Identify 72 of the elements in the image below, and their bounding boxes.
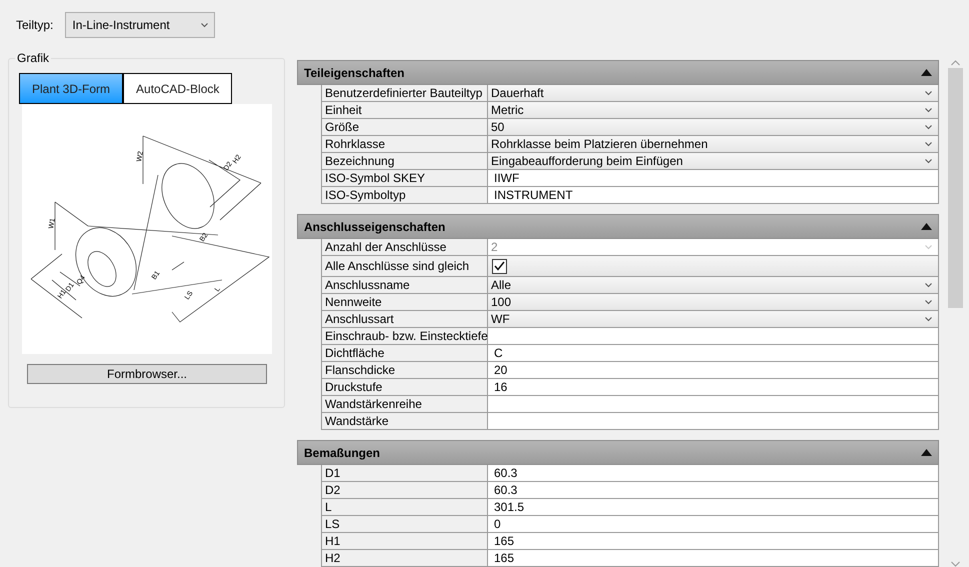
dropdown-field[interactable]: Dauerhaft	[488, 85, 938, 101]
section-header[interactable]: Anschlusseigenschaften	[297, 214, 939, 239]
text-field[interactable]: IIWF	[488, 170, 938, 186]
property-label: H2	[322, 550, 487, 566]
chevron-icon	[925, 300, 932, 304]
dropdown-field[interactable]: Rohrklasse beim Platzieren übernehmen	[488, 136, 938, 152]
property-label: Druckstufe	[322, 379, 487, 395]
collapse-icon	[921, 223, 932, 230]
chevron-icon	[925, 90, 932, 96]
property-label: Alle Anschlüsse sind gleich	[322, 256, 487, 276]
property-label: Benutzerdefinierter Bauteiltyp	[322, 85, 487, 101]
text-field[interactable]: 60.3	[488, 482, 938, 498]
part-type-dropdown[interactable]: In-Line-Instrument	[65, 12, 216, 38]
property-label: ISO-Symbol SKEY	[322, 170, 487, 186]
property-label: Anschlussart	[322, 311, 487, 327]
property-label: Anzahl der Anschlüsse	[322, 239, 487, 255]
dropdown-field[interactable]: WF	[488, 311, 938, 327]
text-field[interactable]: 301.5	[488, 499, 938, 515]
dropdown-field[interactable]: Metric	[488, 102, 938, 118]
collapse-icon	[921, 449, 932, 456]
text-field[interactable]: 0	[488, 516, 938, 532]
chevron-icon	[925, 316, 932, 322]
text-field[interactable]	[488, 413, 938, 429]
property-label: Wandstärkenreihe	[322, 396, 487, 412]
property-label: Rohrklasse	[322, 136, 487, 152]
scroll-up-icon[interactable]	[951, 60, 960, 66]
property-label: D2	[322, 482, 487, 498]
text-field[interactable]: C	[488, 345, 938, 361]
checkbox[interactable]	[492, 258, 507, 274]
property-label: LS	[322, 516, 487, 532]
text-field[interactable]: 60.3	[488, 465, 938, 481]
tab[interactable]: Plant 3D-Form	[19, 73, 124, 104]
text-field[interactable]: 165	[488, 550, 938, 566]
group-title: Grafik	[15, 51, 52, 65]
text-field[interactable]: INSTRUMENT	[488, 187, 938, 203]
section-header[interactable]: Bemaßungen	[297, 440, 939, 465]
chevron-icon	[925, 282, 932, 288]
property-label: ISO-Symboltyp	[322, 187, 487, 203]
scroll-down-icon[interactable]	[951, 561, 960, 567]
property-label: L	[322, 499, 487, 515]
property-label: Größe	[322, 119, 487, 135]
text-field[interactable]: 16	[488, 379, 938, 395]
part-type-label: Teiltyp:	[16, 18, 54, 32]
property-label: Flanschdicke	[322, 362, 487, 378]
dropdown-field[interactable]: 50	[488, 119, 938, 135]
form-browser-button[interactable]: Formbrowser...	[27, 364, 267, 384]
dropdown-field[interactable]: 100	[488, 294, 938, 310]
chevron-icon	[925, 244, 932, 250]
property-label: Wandstärke	[322, 413, 487, 429]
section-header[interactable]: Teileigenschaften	[297, 60, 939, 85]
text-field[interactable]	[488, 396, 938, 412]
chevron-icon	[201, 22, 208, 28]
collapse-icon	[921, 69, 932, 76]
property-label: Dichtfläche	[322, 345, 487, 361]
property-label: Einschraub- bzw. Einstecktiefe	[322, 328, 487, 344]
property-label: Einheit	[322, 102, 487, 118]
text-field[interactable]: 20	[488, 362, 938, 378]
tab[interactable]: AutoCAD-Block	[123, 73, 232, 104]
dropdown-field[interactable]: Eingabeaufforderung beim Einfügen	[488, 153, 938, 169]
property-label: Nennweite	[322, 294, 487, 310]
property-label: D1	[322, 465, 487, 481]
scrollbar[interactable]	[947, 60, 964, 567]
chevron-icon	[925, 124, 932, 130]
chevron-icon	[925, 108, 932, 112]
property-label: H1	[322, 533, 487, 549]
text-field[interactable]: 165	[488, 533, 938, 549]
property-label: Anschlussname	[322, 277, 487, 293]
text-field[interactable]	[488, 328, 938, 344]
chevron-icon	[925, 142, 932, 146]
chevron-icon	[925, 158, 932, 164]
property-label: Bezeichnung	[322, 153, 487, 169]
dropdown-field[interactable]: Alle	[488, 277, 938, 293]
